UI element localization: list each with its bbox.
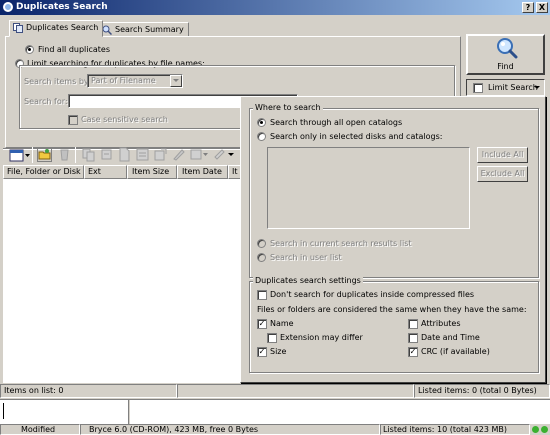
crc-checkbox[interactable]: ✓: [408, 347, 418, 357]
limit-search-button[interactable]: Limit Search: [466, 79, 545, 96]
edit-icon[interactable]: [171, 147, 186, 162]
limit-search-popup: Where to search Search through all open …: [240, 96, 546, 383]
case-sensitive-label: Case sensitive search: [81, 115, 168, 124]
find-all-label: Find all duplicates: [38, 45, 111, 54]
duplicates-settings-label: Duplicates search settings: [253, 276, 363, 286]
search-all-catalogs-radio[interactable]: [257, 118, 266, 127]
close-button[interactable]: X: [536, 2, 548, 13]
find-button[interactable]: Find: [466, 34, 545, 75]
column-header-ext[interactable]: Ext: [84, 165, 127, 179]
extension-may-differ-label: Extension may differ: [280, 333, 363, 342]
find-button-label: Find: [497, 62, 514, 71]
title-bar: Duplicates Search: [0, 0, 550, 15]
extension-may-differ-checkbox[interactable]: [267, 333, 277, 343]
text-cursor: [3, 403, 4, 419]
date-time-label: Date and Time: [421, 333, 480, 342]
tab-label: Duplicates Search: [26, 23, 99, 32]
search-user-list-radio[interactable]: [257, 253, 266, 262]
search-all-catalogs-label: Search through all open catalogs: [270, 118, 403, 127]
where-to-search-label: Where to search: [253, 103, 323, 113]
results-list[interactable]: [3, 179, 240, 383]
column-header-name[interactable]: File, Folder or Disk: [3, 165, 84, 179]
chevron-down-icon: [173, 79, 179, 82]
copy-icon[interactable]: [81, 147, 96, 162]
pane-splitter[interactable]: [128, 400, 130, 425]
help-button[interactable]: ?: [522, 2, 534, 13]
search-results-label: Search in current search results list: [270, 239, 412, 248]
results-toolbar: [5, 146, 241, 164]
open-folder-icon[interactable]: [37, 147, 52, 162]
dont-search-compressed-label: Don't search for duplicates inside compr…: [270, 290, 475, 299]
move-icon[interactable]: [99, 147, 114, 162]
find-all-radio[interactable]: [25, 45, 34, 54]
crc-label: CRC (if available): [421, 347, 490, 356]
app-search-icon: [3, 2, 13, 12]
column-header-item-date[interactable]: Item Date: [177, 165, 228, 179]
search-selected-label: Search only in selected disks and catalo…: [270, 132, 443, 141]
disks-catalogs-list[interactable]: [267, 147, 470, 229]
status-light-icon: [541, 426, 548, 433]
column-header-item-type[interactable]: It: [228, 165, 240, 179]
window-title: Duplicates Search: [16, 2, 108, 12]
properties-icon[interactable]: [135, 147, 150, 162]
results-table-header: File, Folder or Disk Ext Item Size Item …: [3, 165, 240, 179]
limit-search-checkbox[interactable]: [473, 83, 483, 93]
include-all-button[interactable]: Include All: [477, 147, 528, 163]
background-window-pane: [0, 399, 550, 425]
select-dropdown-button[interactable]: [170, 75, 182, 87]
summary-icon: [102, 25, 112, 35]
dropdown-arrow-icon: [534, 86, 540, 89]
tab-label: Search Summary: [115, 25, 184, 34]
search-user-list-label: Search in user list: [270, 253, 342, 262]
name-checkbox[interactable]: ✓: [257, 319, 267, 329]
attributes-label: Attributes: [421, 319, 461, 328]
toolbar-separator: [75, 147, 76, 163]
modified-status: Modified: [0, 424, 80, 435]
main-status-bar: Modified Bryce 6.0 (CD-ROM), 423 MB, fre…: [0, 424, 550, 435]
tab-search-summary[interactable]: Search Summary: [98, 22, 189, 37]
limit-search-label: Limit Search: [488, 83, 538, 92]
view-options-icon[interactable]: [9, 148, 31, 163]
dont-search-compressed-checkbox[interactable]: [257, 290, 267, 300]
actions-menu-icon[interactable]: [212, 147, 236, 162]
search-for-label: Search for:: [24, 97, 68, 106]
size-checkbox[interactable]: ✓: [257, 347, 267, 357]
listed-items-status: Listed items: 0 (total 0 Bytes): [414, 384, 550, 398]
document-icon[interactable]: [117, 147, 132, 162]
disk-info-status: Bryce 6.0 (CD-ROM), 423 MB, free 0 Bytes: [80, 424, 380, 435]
column-header-item-size[interactable]: Item Size: [127, 165, 177, 179]
select-value: Part of Filename: [91, 76, 156, 85]
search-results-radio[interactable]: [257, 239, 266, 248]
items-on-list-status: Items on list: 0: [0, 384, 177, 398]
status-spacer: [177, 384, 414, 398]
magnifier-icon: [497, 38, 518, 59]
search-items-by-select[interactable]: Part of Filename: [87, 74, 183, 88]
size-label: Size: [270, 347, 287, 356]
date-time-checkbox[interactable]: [408, 333, 418, 343]
attributes-checkbox[interactable]: [408, 319, 418, 329]
tools-menu-icon[interactable]: [189, 147, 209, 162]
exclude-all-button[interactable]: Exclude All: [477, 166, 528, 182]
delete-icon[interactable]: [57, 147, 72, 162]
same-when-label: Files or folders are considered the same…: [257, 305, 527, 314]
export-icon[interactable]: [153, 147, 168, 162]
name-label: Name: [270, 319, 294, 328]
search-items-by-label: Search items by:: [24, 77, 91, 86]
toolbar-separator: [32, 147, 33, 163]
main-listed-items-status: Listed items: 10 (total 423 MB): [380, 424, 530, 435]
case-sensitive-checkbox[interactable]: [68, 115, 78, 125]
search-selected-radio[interactable]: [257, 132, 266, 141]
duplicates-icon: [13, 23, 23, 33]
status-light-icon: [532, 426, 539, 433]
tab-duplicates-search[interactable]: Duplicates Search: [9, 20, 104, 37]
